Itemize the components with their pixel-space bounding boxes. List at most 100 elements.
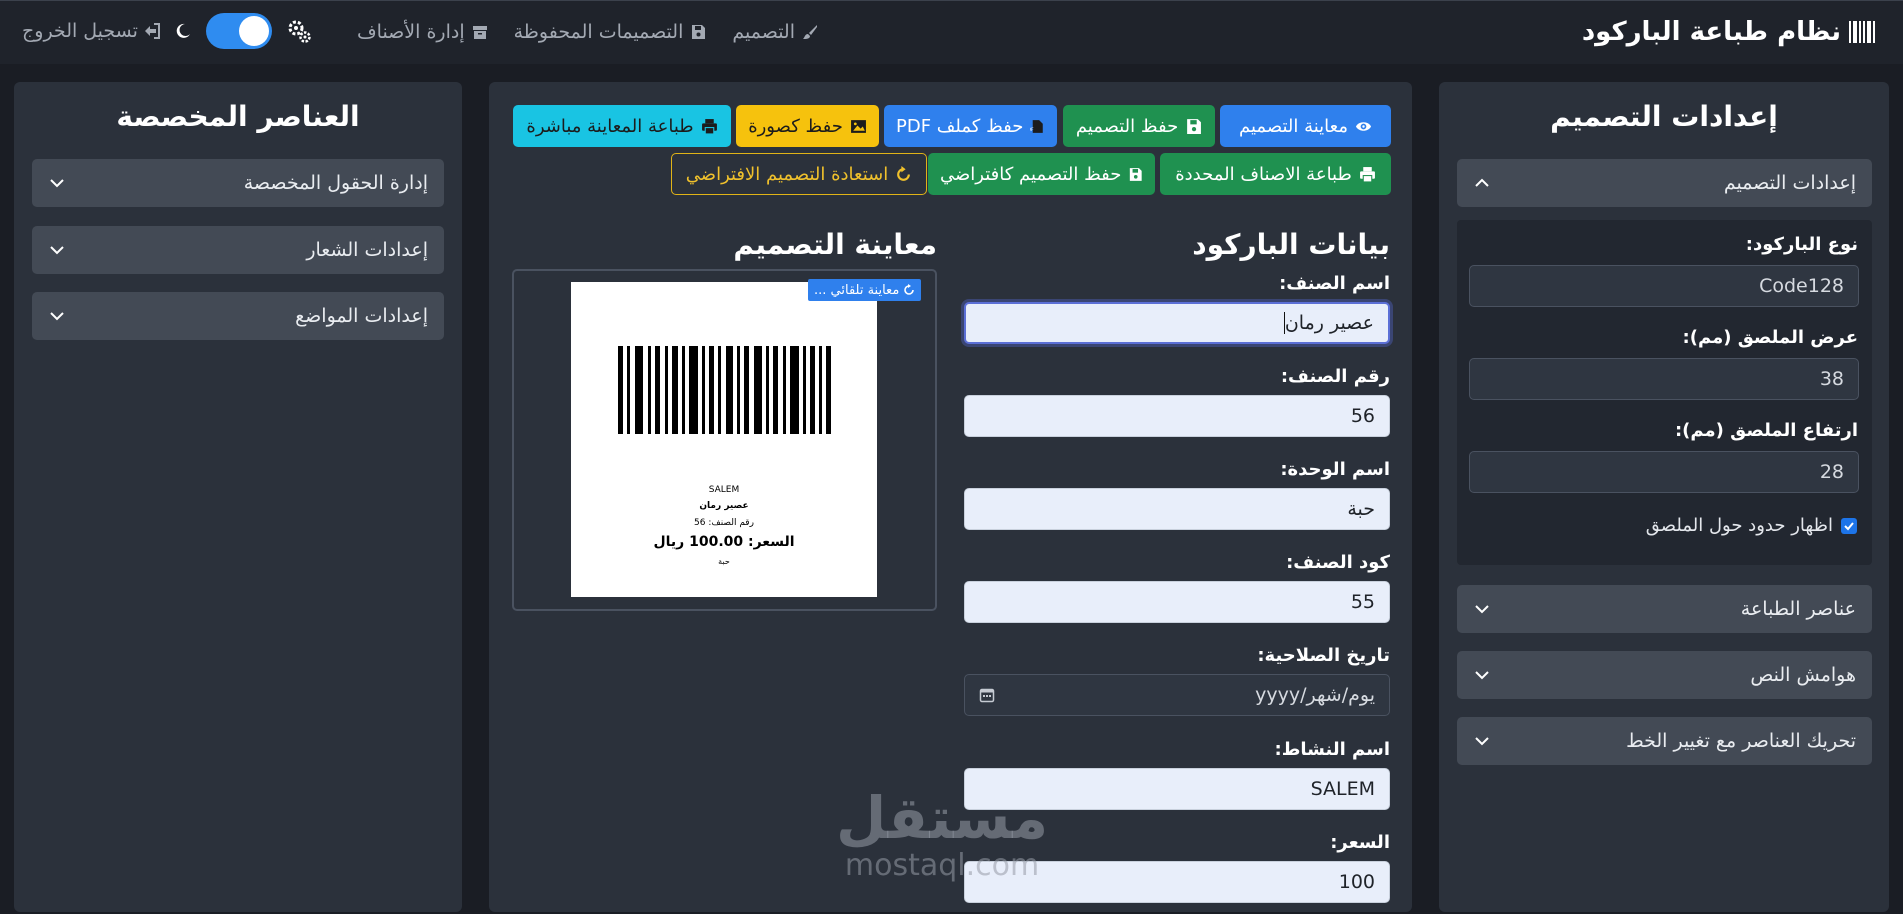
item-number-label: رقم الصنف: <box>1280 366 1390 387</box>
chevron-down-icon <box>1475 605 1489 614</box>
accordion-custom-fields[interactable]: إدارة الحقول المخصصة <box>32 159 444 207</box>
preview-unit: حبة <box>718 557 730 566</box>
watermark-arabic: مستقل <box>836 784 1049 852</box>
label-height-label: ارتفاع الملصق (مم): <box>1674 420 1858 441</box>
pdf-file-icon: PDF <box>1030 119 1044 133</box>
save-image-label: حفظ كصورة <box>748 115 843 137</box>
item-name-label: اسم الصنف: <box>1279 273 1390 294</box>
nav-design[interactable]: التصميم <box>732 21 818 43</box>
design-preview-title: معاينة التصميم <box>733 228 937 261</box>
show-border-label: اظهار حدود حول الملصق <box>1645 515 1833 536</box>
nav-design-label: التصميم <box>732 21 795 43</box>
accordion-move-elements[interactable]: تحريك العناصر مع تغيير الخط <box>1457 717 1872 765</box>
save-image-button[interactable]: حفظ كصورة <box>736 105 879 147</box>
svg-text:PDF: PDF <box>1030 127 1034 133</box>
barcode-type-select[interactable]: Code128 <box>1469 265 1859 307</box>
item-name-value: عصير رمان <box>1284 312 1374 334</box>
main-nav: التصميم التصميمات المحفوظة إدارة الأصناف <box>357 21 818 43</box>
app-brand[interactable]: نظام طباعة الباركود <box>1582 17 1875 47</box>
chevron-up-icon <box>1475 178 1489 187</box>
accordion-custom-fields-label: إدارة الحقول المخصصة <box>243 172 428 194</box>
accordion-print-elements-label: عناصر الطباعة <box>1740 598 1856 620</box>
gears-icon <box>288 20 311 43</box>
expiry-date-placeholder: يوم/شهر/yyyy <box>1255 684 1375 706</box>
chevron-down-icon <box>1475 737 1489 746</box>
save-default-button[interactable]: حفظ التصميم كافتراضي <box>928 153 1155 195</box>
preview-design-label: معاينة التصميم <box>1239 115 1348 137</box>
save-pdf-label: حفظ كملف PDF <box>896 115 1024 137</box>
barcode-icon <box>1849 21 1875 43</box>
chevron-down-icon <box>50 312 64 321</box>
accordion-design-settings-label: إعدادات التصميم <box>1723 172 1856 194</box>
moon-icon <box>176 23 190 38</box>
accordion-text-margins[interactable]: هوامش النص <box>1457 651 1872 699</box>
toggle-knob <box>238 16 269 46</box>
label-width-input[interactable]: 38 <box>1469 358 1859 400</box>
save-icon <box>1130 167 1143 181</box>
save-design-button[interactable]: حفظ التصميم <box>1063 105 1215 147</box>
item-number-input[interactable]: 56 <box>964 395 1390 437</box>
auto-preview-label: معاينة تلقائي ... <box>814 282 900 298</box>
label-width-label: عرض الملصق (مم): <box>1682 327 1858 348</box>
image-icon <box>850 119 866 133</box>
auto-preview-badge: معاينة تلقائي ... <box>808 279 922 301</box>
logout-icon <box>144 23 160 39</box>
printer-icon <box>1359 166 1375 182</box>
unit-name-input[interactable]: حبة <box>964 488 1390 530</box>
restore-default-button[interactable]: استعادة التصميم الافتراضي <box>671 153 927 195</box>
watermark-domain: mostaql.com <box>844 848 1040 883</box>
accordion-logo-settings[interactable]: إعدادات الشعار <box>32 226 444 274</box>
preview-price: السعر: 100.00 ريال <box>653 534 795 550</box>
accordion-print-elements[interactable]: عناصر الطباعة <box>1457 585 1872 633</box>
top-left-controls: تسجيل الخروج <box>22 13 312 49</box>
preview-design-button[interactable]: معاينة التصميم <box>1220 105 1391 147</box>
theme-toggle[interactable] <box>205 13 272 49</box>
top-navbar: نظام طباعة الباركود التصميم التصميمات ال… <box>0 0 1903 64</box>
custom-elements-title: العناصر المخصصة <box>116 100 360 133</box>
undo-icon <box>897 165 911 181</box>
chevron-down-icon <box>1475 671 1489 680</box>
print-preview-label: طباعة المعاينة مباشرة <box>526 115 694 137</box>
nav-items-management[interactable]: إدارة الأصناف <box>357 21 488 43</box>
print-preview-button[interactable]: طباعة المعاينة مباشرة <box>513 105 731 147</box>
eye-icon <box>1355 121 1372 131</box>
item-name-input[interactable]: عصير رمان <box>964 302 1390 344</box>
text-caret <box>1283 312 1285 334</box>
calendar-icon[interactable] <box>979 687 995 703</box>
design-settings-title: إعدادات التصميم <box>1550 100 1778 133</box>
label-height-input[interactable]: 28 <box>1469 451 1859 493</box>
brush-icon <box>803 25 817 39</box>
save-icon <box>692 25 706 39</box>
chevron-down-icon <box>50 246 64 255</box>
save-design-label: حفظ التصميم <box>1075 115 1179 137</box>
accordion-position-settings[interactable]: إعدادات المواضع <box>32 292 444 340</box>
accordion-design-settings[interactable]: إعدادات التصميم <box>1457 159 1872 207</box>
show-border-checkbox[interactable] <box>1841 517 1857 534</box>
expiry-date-input[interactable]: يوم/شهر/yyyy <box>964 674 1390 716</box>
app-title: نظام طباعة الباركود <box>1581 17 1841 47</box>
refresh-icon <box>904 284 915 295</box>
logout-label: تسجيل الخروج <box>22 20 138 42</box>
expiry-date-label: تاريخ الصلاحية: <box>1257 645 1390 666</box>
preview-item-number: رقم الصنف: 56 <box>694 518 754 528</box>
chevron-down-icon <box>50 179 64 188</box>
save-icon <box>1187 118 1202 134</box>
print-selected-button[interactable]: طباعة الاصناف المحددة <box>1160 153 1391 195</box>
accordion-text-margins-label: هوامش النص <box>1750 664 1856 686</box>
nav-saved-label: التصميمات المحفوظة <box>513 21 684 43</box>
nav-items-label: إدارة الأصناف <box>356 21 465 43</box>
item-code-input[interactable]: 55 <box>964 581 1390 623</box>
restore-default-label: استعادة التصميم الافتراضي <box>685 163 889 185</box>
accordion-position-settings-label: إعدادات المواضع <box>295 305 428 327</box>
barcode-data-title: بيانات الباركود <box>1192 228 1390 261</box>
watermark: مستقل mostaql.com <box>836 788 1048 883</box>
business-name-label: اسم النشاط: <box>1274 739 1391 760</box>
item-code-label: كود الصنف: <box>1286 552 1390 573</box>
save-pdf-button[interactable]: PDF حفظ كملف PDF <box>884 105 1057 147</box>
show-border-option[interactable]: اظهار حدود حول الملصق <box>1646 515 1857 536</box>
logout-link[interactable]: تسجيل الخروج <box>22 20 160 42</box>
printer-icon <box>701 118 717 134</box>
box-icon <box>472 26 487 39</box>
nav-saved-designs[interactable]: التصميمات المحفوظة <box>514 21 707 43</box>
preview-business-name: SALEM <box>708 485 740 495</box>
